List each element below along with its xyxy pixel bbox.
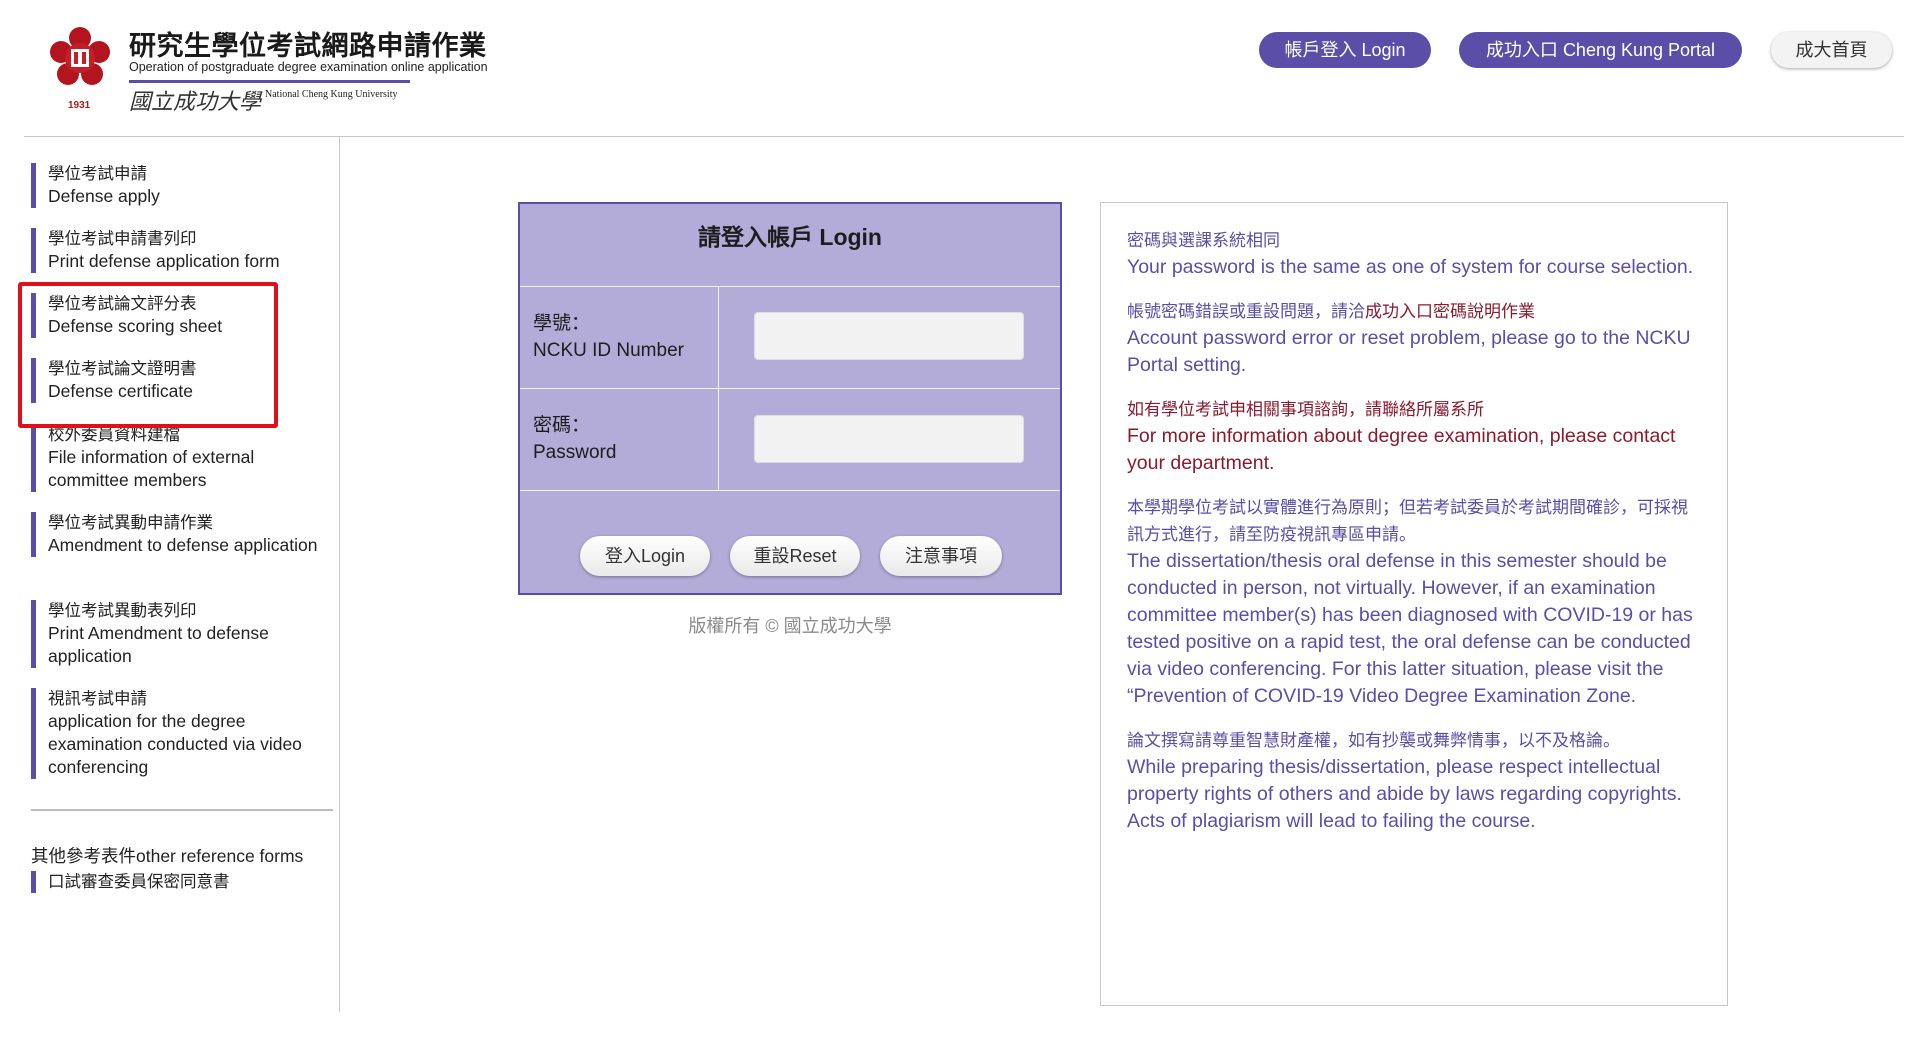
info-contact-note: 如有學位考試申相關事項諮詢，請聯絡所屬系所 For more informati… [1127, 396, 1701, 477]
info-text-en: The dissertation/thesis oral defense in … [1127, 550, 1693, 707]
row-divider [520, 388, 1060, 389]
university-name-en: National Cheng Kung University [265, 89, 398, 100]
cheng-kung-portal-button[interactable]: 成功入口 Cheng Kung Portal [1459, 32, 1742, 68]
info-plagiarism-note: 論文撰寫請尊重智慧財產權，如有抄襲或舞弊情事，以不及格論。 While prep… [1127, 727, 1701, 835]
id-number-input[interactable] [754, 312, 1024, 360]
password-input[interactable] [754, 415, 1024, 463]
site-subtitle: Operation of postgraduate degree examina… [129, 60, 488, 74]
info-text-zh: 帳號密碼錯誤或重設問題，請洽成功入口密碼說明作業 [1127, 298, 1701, 325]
notes-button[interactable]: 注意事項 [880, 536, 1002, 576]
copyright-text: 版權所有 © 國立成功大學 [688, 616, 892, 636]
info-text-zh: 密碼與選課系統相同 [1127, 231, 1280, 250]
ncku-home-button[interactable]: 成大首頁 [1771, 32, 1892, 68]
sidebar-item-defense-certificate[interactable]: 學位考試論文證明書 Defense certificate [31, 358, 331, 403]
column-divider [718, 286, 719, 490]
ncku-logo-icon[interactable] [42, 22, 118, 112]
login-panel: 請登入帳戶 Login 學號： NCKU ID Number 密碼： Passw… [518, 202, 1062, 595]
info-panel: 密碼與選課系統相同 Your password is the same as o… [1100, 202, 1728, 1006]
sidebar-item-label-en: application for the degree examination c… [48, 711, 302, 777]
sidebar-item-defense-apply[interactable]: 學位考試申請 Defense apply [31, 163, 331, 208]
sidebar-item-label-en: File information of external committee m… [48, 447, 255, 490]
page-header: 1931 研究生學位考試網路申請作業 Operation of postgrad… [0, 0, 1920, 136]
sidebar-separator [31, 809, 333, 811]
info-text-en: While preparing thesis/dissertation, ple… [1127, 756, 1682, 805]
sidebar-item-label-en: Defense scoring sheet [48, 316, 223, 336]
sidebar-item-scoring-sheet[interactable]: 學位考試論文評分表 Defense scoring sheet [31, 293, 331, 338]
sidebar-item-label-zh: 視訊考試申請 [48, 690, 147, 708]
sidebar-item-label-zh: 學位考試論文評分表 [48, 295, 197, 313]
login-button[interactable]: 登入Login [580, 536, 710, 576]
sidebar-item-label-zh: 學位考試異動申請作業 [48, 514, 213, 532]
sidebar-item-label-zh: 校外委員資料建檔 [48, 426, 180, 444]
sidebar-item-video-exam[interactable]: 視訊考試申請 application for the degree examin… [31, 688, 331, 779]
sidebar-divider [339, 137, 340, 1012]
info-text-en: For more information about degree examin… [1127, 425, 1676, 474]
account-login-button[interactable]: 帳戶登入 Login [1259, 32, 1431, 68]
sidebar-item-print-amendment[interactable]: 學位考試異動表列印 Print Amendment to defense app… [31, 600, 331, 668]
reference-forms-title: 其他參考表件other reference forms [31, 846, 304, 866]
sidebar-item-confidentiality-form[interactable]: 口試審查委員保密同意書 [31, 871, 331, 893]
title-underline [129, 80, 410, 83]
university-name-zh: 國立成功大學 [129, 90, 262, 115]
reset-button[interactable]: 重設Reset [730, 536, 860, 576]
info-text-en: Account password error or reset problem,… [1127, 327, 1691, 376]
id-number-label-zh: 學號： [533, 313, 591, 334]
sidebar-item-amendment[interactable]: 學位考試異動申請作業 Amendment to defense applicat… [31, 512, 331, 557]
row-divider [520, 490, 1060, 491]
site-title: 研究生學位考試網路申請作業 [129, 31, 487, 61]
id-number-label: 學號： NCKU ID Number [533, 310, 684, 364]
login-title: 請登入帳戶 Login [698, 224, 882, 250]
sidebar-item-label-zh: 學位考試申請書列印 [48, 230, 197, 248]
info-text-zh: 如有學位考試申相關事項諮詢，請聯絡所屬系所 [1127, 400, 1484, 419]
sidebar-item-label-zh: 口試審查委員保密同意書 [48, 873, 230, 891]
sidebar-item-label-zh: 學位考試申請 [48, 165, 147, 183]
sidebar-item-print-application[interactable]: 學位考試申請書列印 Print defense application form [31, 228, 331, 273]
sidebar-item-label-en: Defense apply [48, 186, 160, 206]
password-label-zh: 密碼： [533, 415, 591, 436]
sidebar-item-label-zh: 學位考試異動表列印 [48, 602, 197, 620]
sidebar-item-label-zh: 學位考試論文證明書 [48, 360, 197, 378]
info-text-en: Acts of plagiarism will lead to failing … [1127, 810, 1536, 832]
info-reset-note: 帳號密碼錯誤或重設問題，請洽成功入口密碼說明作業 Account passwor… [1127, 298, 1701, 379]
sidebar-item-label-en: Print Amendment to defense application [48, 623, 269, 666]
info-text-en: Your password is the same as one of syst… [1127, 256, 1694, 278]
info-text-zh: 論文撰寫請尊重智慧財產權，如有抄襲或舞弊情事，以不及格論。 [1127, 731, 1620, 750]
password-label: 密碼： Password [533, 412, 616, 466]
password-label-en: Password [533, 442, 617, 463]
info-password-note: 密碼與選課系統相同 Your password is the same as o… [1127, 227, 1701, 281]
info-covid-note: 本學期學位考試以實體進行為原則；但若考試委員於考試期間確診，可採視訊方式進行，請… [1127, 494, 1701, 710]
logo-year: 1931 [68, 100, 91, 111]
sidebar-item-label-en: Amendment to defense application [48, 535, 318, 555]
sidebar-item-label-en: Defense certificate [48, 381, 193, 401]
info-text-zh: 本學期學位考試以實體進行為原則；但若考試委員於考試期間確診，可採視訊方式進行，請… [1127, 498, 1688, 544]
id-number-label-en: NCKU ID Number [533, 340, 684, 361]
sidebar-item-external-committee[interactable]: 校外委員資料建檔 File information of external co… [31, 424, 331, 492]
row-divider [520, 286, 1060, 287]
portal-password-link[interactable]: 成功入口密碼說明作業 [1365, 302, 1535, 321]
sidebar-item-label-en: Print defense application form [48, 251, 280, 271]
info-text-zh-prefix: 帳號密碼錯誤或重設問題，請洽 [1127, 302, 1365, 321]
